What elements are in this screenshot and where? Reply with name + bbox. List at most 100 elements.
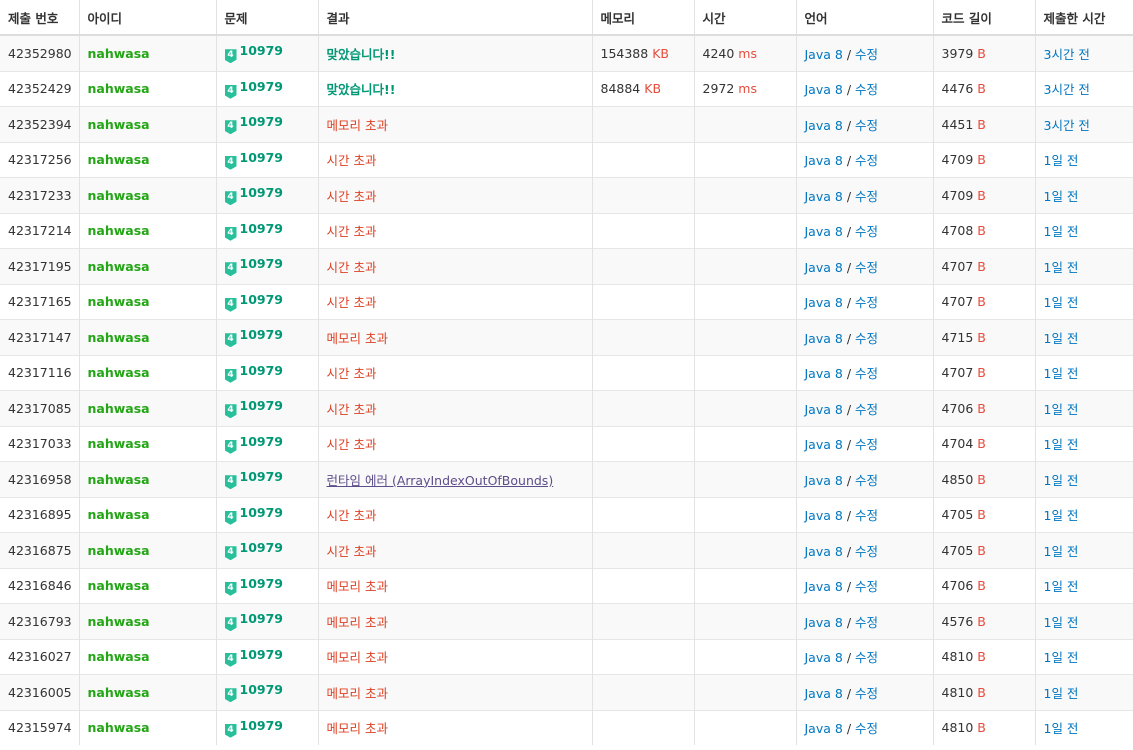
user-link[interactable]: nahwasa	[88, 507, 150, 522]
language-link[interactable]: Java 8	[805, 366, 843, 381]
submitted-time-link[interactable]: 1일 전	[1044, 508, 1079, 523]
language-link[interactable]: Java 8	[805, 544, 843, 559]
user-link[interactable]: nahwasa	[88, 436, 150, 451]
user-link[interactable]: nahwasa	[88, 294, 150, 309]
submitted-time-link[interactable]: 1일 전	[1044, 295, 1079, 310]
problem-link[interactable]: 10979	[240, 469, 284, 484]
language-link[interactable]: Java 8	[805, 508, 843, 523]
problem-link[interactable]: 10979	[240, 611, 284, 626]
edit-link[interactable]: 수정	[855, 473, 878, 488]
problem-link[interactable]: 10979	[240, 292, 284, 307]
user-link[interactable]: nahwasa	[88, 259, 150, 274]
user-link[interactable]: nahwasa	[88, 685, 150, 700]
problem-link[interactable]: 10979	[240, 256, 284, 271]
problem-link[interactable]: 10979	[240, 505, 284, 520]
language-link[interactable]: Java 8	[805, 82, 843, 97]
language-link[interactable]: Java 8	[805, 615, 843, 630]
submitted-time-link[interactable]: 1일 전	[1044, 473, 1079, 488]
edit-link[interactable]: 수정	[855, 189, 878, 204]
user-link[interactable]: nahwasa	[88, 614, 150, 629]
language-link[interactable]: Java 8	[805, 153, 843, 168]
submitted-time-link[interactable]: 1일 전	[1044, 686, 1079, 701]
problem-link[interactable]: 10979	[240, 718, 284, 733]
language-link[interactable]: Java 8	[805, 189, 843, 204]
edit-link[interactable]: 수정	[855, 402, 878, 417]
user-link[interactable]: nahwasa	[88, 543, 150, 558]
user-link[interactable]: nahwasa	[88, 188, 150, 203]
submitted-time-link[interactable]: 1일 전	[1044, 721, 1079, 736]
user-link[interactable]: nahwasa	[88, 223, 150, 238]
submitted-time-link[interactable]: 1일 전	[1044, 650, 1079, 665]
user-link[interactable]: nahwasa	[88, 117, 150, 132]
edit-link[interactable]: 수정	[855, 579, 878, 594]
user-link[interactable]: nahwasa	[88, 401, 150, 416]
submitted-time-link[interactable]: 1일 전	[1044, 579, 1079, 594]
edit-link[interactable]: 수정	[855, 331, 878, 346]
language-link[interactable]: Java 8	[805, 331, 843, 346]
problem-link[interactable]: 10979	[240, 576, 284, 591]
problem-link[interactable]: 10979	[240, 327, 284, 342]
submitted-time-link[interactable]: 1일 전	[1044, 437, 1079, 452]
submitted-time-link[interactable]: 1일 전	[1044, 366, 1079, 381]
language-link[interactable]: Java 8	[805, 437, 843, 452]
edit-link[interactable]: 수정	[855, 721, 878, 736]
problem-link[interactable]: 10979	[240, 79, 284, 94]
submitted-time-link[interactable]: 1일 전	[1044, 224, 1079, 239]
submitted-time-link[interactable]: 1일 전	[1044, 402, 1079, 417]
edit-link[interactable]: 수정	[855, 153, 878, 168]
language-link[interactable]: Java 8	[805, 650, 843, 665]
language-link[interactable]: Java 8	[805, 402, 843, 417]
submitted-time-link[interactable]: 1일 전	[1044, 153, 1079, 168]
edit-link[interactable]: 수정	[855, 118, 878, 133]
language-link[interactable]: Java 8	[805, 47, 843, 62]
user-link[interactable]: nahwasa	[88, 365, 150, 380]
submitted-time-link[interactable]: 3시간 전	[1044, 47, 1090, 62]
problem-link[interactable]: 10979	[240, 43, 284, 58]
edit-link[interactable]: 수정	[855, 224, 878, 239]
language-link[interactable]: Java 8	[805, 260, 843, 275]
edit-link[interactable]: 수정	[855, 544, 878, 559]
edit-link[interactable]: 수정	[855, 615, 878, 630]
problem-link[interactable]: 10979	[240, 434, 284, 449]
user-link[interactable]: nahwasa	[88, 472, 150, 487]
submitted-time-link[interactable]: 1일 전	[1044, 189, 1079, 204]
user-link[interactable]: nahwasa	[88, 46, 150, 61]
problem-link[interactable]: 10979	[240, 682, 284, 697]
edit-link[interactable]: 수정	[855, 437, 878, 452]
edit-link[interactable]: 수정	[855, 82, 878, 97]
submitted-time-link[interactable]: 1일 전	[1044, 544, 1079, 559]
problem-link[interactable]: 10979	[240, 647, 284, 662]
language-link[interactable]: Java 8	[805, 295, 843, 310]
problem-link[interactable]: 10979	[240, 398, 284, 413]
submitted-time-link[interactable]: 1일 전	[1044, 260, 1079, 275]
submitted-time-link[interactable]: 3시간 전	[1044, 118, 1090, 133]
submitted-time-link[interactable]: 1일 전	[1044, 615, 1079, 630]
user-link[interactable]: nahwasa	[88, 152, 150, 167]
language-link[interactable]: Java 8	[805, 721, 843, 736]
language-link[interactable]: Java 8	[805, 686, 843, 701]
problem-link[interactable]: 10979	[240, 363, 284, 378]
edit-link[interactable]: 수정	[855, 686, 878, 701]
problem-link[interactable]: 10979	[240, 185, 284, 200]
user-link[interactable]: nahwasa	[88, 578, 150, 593]
edit-link[interactable]: 수정	[855, 47, 878, 62]
problem-link[interactable]: 10979	[240, 221, 284, 236]
edit-link[interactable]: 수정	[855, 366, 878, 381]
problem-link[interactable]: 10979	[240, 114, 284, 129]
user-link[interactable]: nahwasa	[88, 649, 150, 664]
problem-link[interactable]: 10979	[240, 150, 284, 165]
language-link[interactable]: Java 8	[805, 473, 843, 488]
language-link[interactable]: Java 8	[805, 118, 843, 133]
user-link[interactable]: nahwasa	[88, 330, 150, 345]
submitted-time-link[interactable]: 1일 전	[1044, 331, 1079, 346]
language-link[interactable]: Java 8	[805, 579, 843, 594]
submitted-time-link[interactable]: 3시간 전	[1044, 82, 1090, 97]
user-link[interactable]: nahwasa	[88, 720, 150, 735]
edit-link[interactable]: 수정	[855, 650, 878, 665]
problem-link[interactable]: 10979	[240, 540, 284, 555]
language-link[interactable]: Java 8	[805, 224, 843, 239]
edit-link[interactable]: 수정	[855, 508, 878, 523]
edit-link[interactable]: 수정	[855, 295, 878, 310]
edit-link[interactable]: 수정	[855, 260, 878, 275]
user-link[interactable]: nahwasa	[88, 81, 150, 96]
